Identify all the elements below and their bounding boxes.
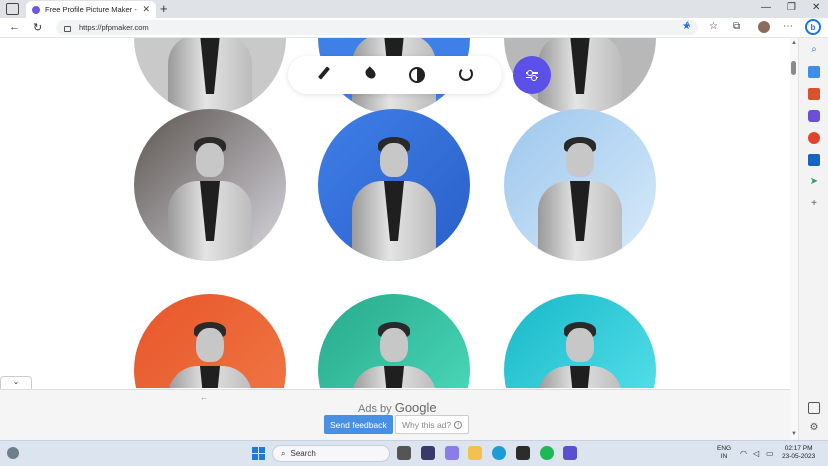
favorite-star-icon[interactable]: ★ <box>682 21 691 32</box>
portrait-person <box>160 308 260 388</box>
weather-icon[interactable] <box>7 447 19 459</box>
battery-icon[interactable]: ▭ <box>766 449 774 458</box>
filter-settings-button[interactable] <box>513 56 551 94</box>
pencil-icon[interactable] <box>316 66 332 82</box>
close-window-icon[interactable]: ✕ <box>812 2 820 13</box>
drop-icon[interactable] <box>362 66 378 82</box>
portrait-person <box>160 123 260 261</box>
send-icon[interactable]: ➤ <box>808 176 820 188</box>
split-screen-icon[interactable] <box>808 402 820 414</box>
chess-icon[interactable] <box>808 110 820 122</box>
maximize-icon[interactable]: ❐ <box>787 2 796 13</box>
address-bar-row: ← ↻ https://pfpmaker.com Á <box>0 18 828 38</box>
scroll-thumb[interactable] <box>791 61 796 75</box>
settings-icon[interactable]: ⚙ <box>808 422 820 434</box>
more-menu-icon[interactable]: ⋯ <box>783 21 793 32</box>
collections-icon[interactable]: ⧉ <box>733 21 740 32</box>
ads-by-text: Ads by <box>358 403 392 415</box>
language-code: ENG <box>717 445 732 452</box>
tab-title: Free Profile Picture Maker - Resu <box>45 5 137 14</box>
portrait-person <box>344 308 444 388</box>
search-icon: ⌕ <box>281 448 286 458</box>
tag-icon[interactable] <box>808 66 820 78</box>
info-icon: i <box>454 420 463 429</box>
search-icon[interactable]: ⌕ <box>808 44 820 56</box>
edit-toolbar <box>288 56 502 94</box>
ad-bar: ← Ads by Google Send feedback Why this a… <box>0 389 790 440</box>
edge-icon[interactable] <box>492 446 506 460</box>
portrait-option-3[interactable] <box>504 109 656 261</box>
ads-by-google-label: Ads by Google <box>358 400 437 415</box>
spotify-icon[interactable] <box>540 446 554 460</box>
why-this-ad-button[interactable]: Why this ad? i <box>395 415 470 434</box>
why-ad-label: Why this ad? <box>402 419 452 430</box>
google-logo-text: Google <box>394 400 437 415</box>
office-icon[interactable] <box>808 132 820 144</box>
portrait-person <box>160 38 260 114</box>
portrait-person <box>344 123 444 261</box>
url-field[interactable]: https://pfpmaker.com Á <box>56 20 698 35</box>
reset-icon[interactable] <box>458 66 474 82</box>
profile-avatar[interactable] <box>758 21 770 33</box>
contrast-icon[interactable] <box>408 66 425 83</box>
windows-taskbar: ⌕ Search ENG IN ◠ ◁ ▭ 02:17 PM 23-05-202… <box>0 440 828 466</box>
wifi-icon[interactable]: ◠ <box>740 449 747 458</box>
file-explorer-icon[interactable] <box>397 446 411 460</box>
teams-icon[interactable] <box>445 446 459 460</box>
edge-sidebar: ⌕ ➤ + ⚙ <box>798 38 828 440</box>
portrait-option-5[interactable] <box>318 294 470 388</box>
ad-back-icon[interactable]: ← <box>200 393 208 402</box>
new-tab-button[interactable]: + <box>160 1 168 16</box>
clock[interactable]: 02:17 PM 23-05-2023 <box>782 445 815 461</box>
portrait-person <box>530 308 630 388</box>
reload-button[interactable]: ↻ <box>33 21 42 34</box>
portrait-option-6[interactable] <box>504 294 656 388</box>
briefcase-icon[interactable] <box>808 88 820 100</box>
volume-icon[interactable]: ◁ <box>753 449 759 458</box>
terminal-icon[interactable] <box>421 446 435 460</box>
tab-close-icon[interactable]: ✕ <box>142 4 150 15</box>
vscode-icon[interactable] <box>563 446 577 460</box>
favorites-icon[interactable]: ☆ <box>709 21 718 32</box>
scroll-down-icon[interactable]: ▼ <box>791 431 797 437</box>
page-content <box>0 38 790 388</box>
clock-date: 23-05-2023 <box>782 453 816 460</box>
sliders-icon <box>526 70 538 75</box>
site-favicon-icon <box>32 5 40 14</box>
ad-collapse-button[interactable]: ⌄ <box>0 376 32 389</box>
send-feedback-button[interactable]: Send feedback <box>324 415 393 434</box>
portrait-option-1[interactable] <box>134 109 286 261</box>
sticky-icon[interactable] <box>516 446 530 460</box>
tab-strip: Free Profile Picture Maker - Resu ✕ + — … <box>0 0 828 18</box>
lock-icon <box>64 25 71 32</box>
add-icon[interactable]: + <box>808 198 820 210</box>
scroll-up-icon[interactable]: ▲ <box>791 40 797 46</box>
portrait-person <box>530 123 630 261</box>
page-scrollbar[interactable]: ▲ ▼ <box>790 38 798 440</box>
portrait-option-4[interactable] <box>134 294 286 388</box>
clock-time: 02:17 PM <box>784 445 813 452</box>
start-button[interactable] <box>252 447 265 460</box>
folder-icon[interactable] <box>468 446 482 460</box>
taskbar-search[interactable]: ⌕ Search <box>272 445 390 462</box>
partial-portrait-left[interactable] <box>134 38 286 114</box>
region-code: IN <box>720 453 728 460</box>
sliders-icon <box>526 75 538 80</box>
taskbar-search-label: Search <box>290 449 316 458</box>
language-indicator[interactable]: ENG IN <box>717 445 731 461</box>
url-text: https://pfpmaker.com <box>79 23 149 32</box>
portrait-option-2[interactable] <box>318 109 470 261</box>
outlook-icon[interactable] <box>808 154 820 166</box>
back-button[interactable]: ← <box>9 21 20 33</box>
browser-tab[interactable]: Free Profile Picture Maker - Resu ✕ <box>26 1 156 18</box>
bing-chat-icon[interactable]: b <box>805 19 821 35</box>
tab-actions-icon[interactable] <box>6 3 19 15</box>
minimize-icon[interactable]: — <box>761 2 771 13</box>
